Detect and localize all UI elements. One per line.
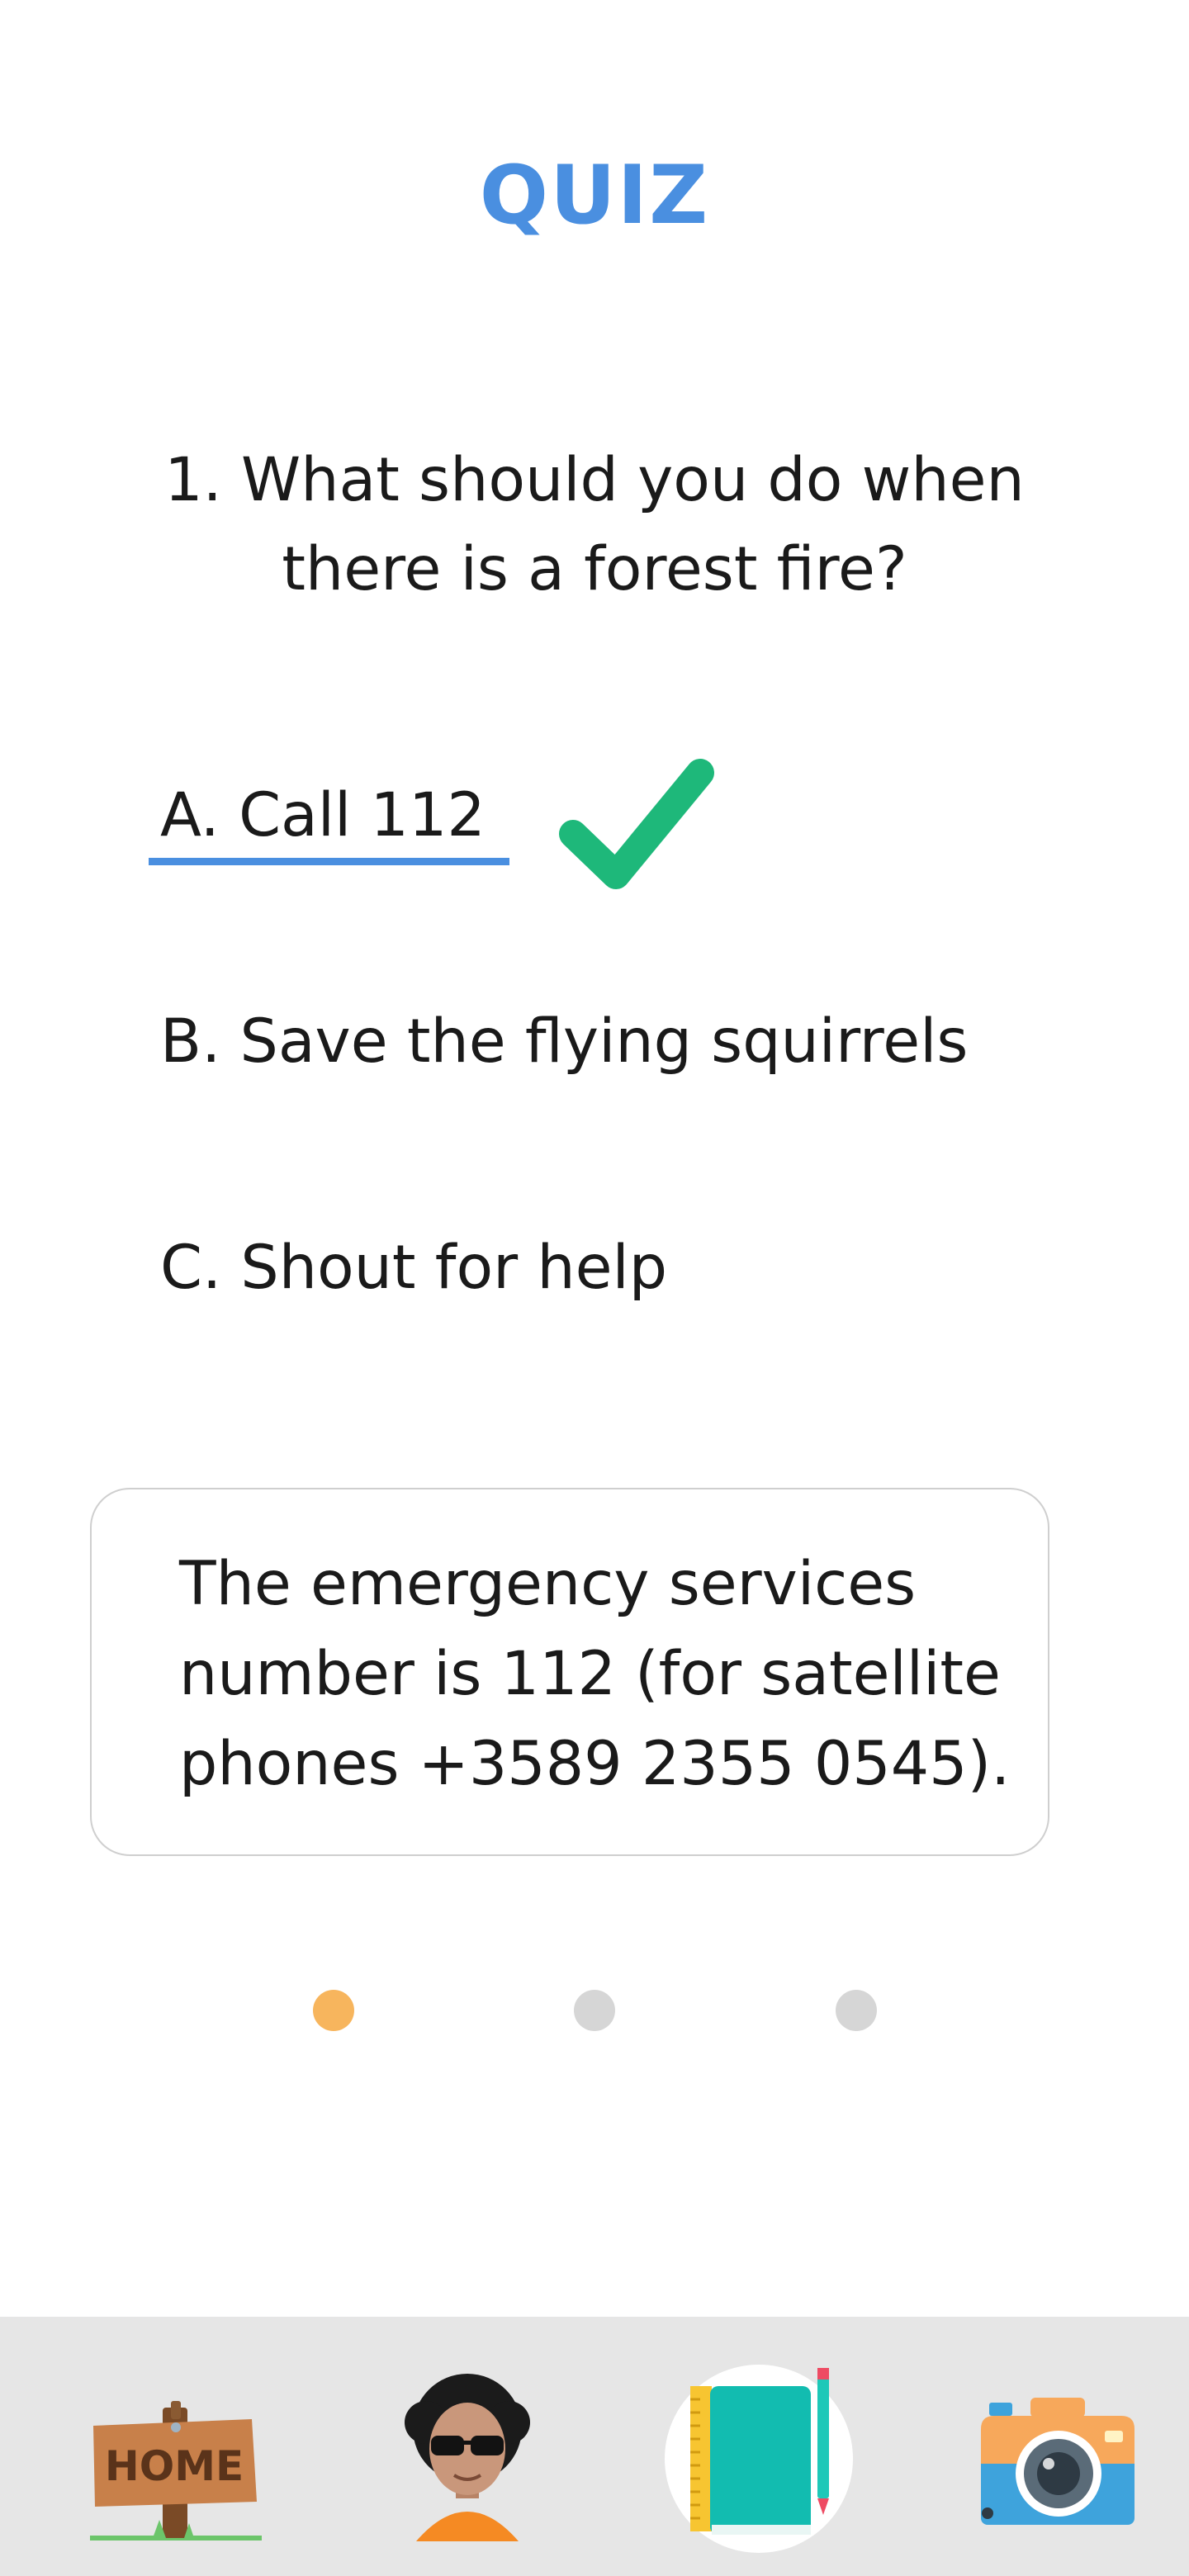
info-text: The emergency services number is 112 (fo… — [179, 1549, 1011, 1799]
tab-profile[interactable] — [368, 2350, 566, 2548]
notebook-icon — [690, 2368, 829, 2535]
tab-notes[interactable] — [661, 2350, 859, 2548]
page-title: QUIZ — [479, 149, 710, 243]
home-sign-text: HOME — [105, 2442, 244, 2490]
selected-underline — [149, 858, 509, 865]
avatar-icon — [405, 2374, 530, 2541]
camera-icon — [981, 2398, 1135, 2525]
tab-camera[interactable] — [956, 2350, 1154, 2548]
pager-dot-2[interactable] — [574, 1990, 615, 2031]
option-b[interactable]: B. Save the flying squirrels — [160, 1001, 968, 1083]
info-box: The emergency services number is 112 (fo… — [90, 1488, 1049, 1856]
pager-dot-1[interactable] — [313, 1990, 354, 2031]
home-sign-icon: HOME — [90, 2401, 262, 2540]
tab-home[interactable]: HOME — [78, 2350, 277, 2548]
bottom-tab-bar: HOME — [0, 2317, 1189, 2576]
pager-dot-3[interactable] — [836, 1990, 877, 2031]
option-a[interactable]: A. Call 112 — [160, 774, 486, 857]
option-c[interactable]: C. Shout for help — [160, 1227, 667, 1309]
checkmark-icon — [559, 759, 714, 889]
question-text: 1. What should you do when there is a fo… — [164, 445, 1025, 604]
